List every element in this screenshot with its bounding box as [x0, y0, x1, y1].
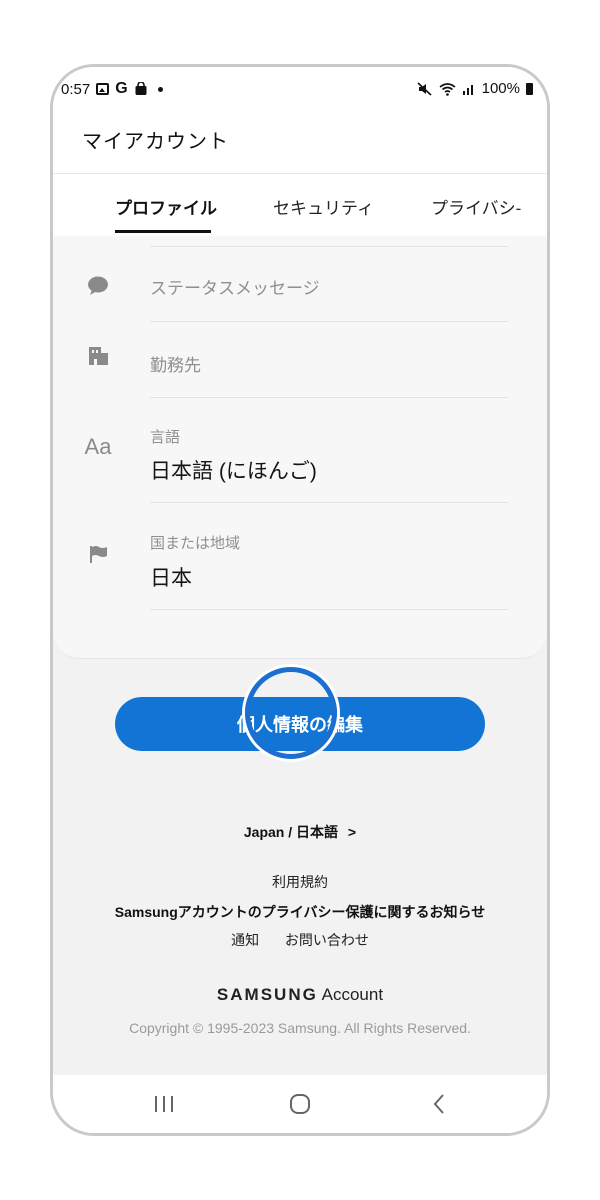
status-right: 100%: [417, 80, 533, 97]
dot-icon: [157, 86, 163, 92]
contact-link[interactable]: お問い合わせ: [285, 932, 369, 948]
privacy-notice-link[interactable]: Samsungアカウントのプライバシー保護に関するお知らせ: [53, 902, 547, 922]
status-bar: 0:57 G 100%: [53, 67, 547, 113]
locale-link-label: Japan / 日本語: [243, 824, 339, 840]
language-value: 日本語 (にほんご): [150, 460, 317, 483]
notice-link[interactable]: 通知: [231, 932, 259, 948]
divider: [150, 609, 508, 610]
flag-icon: [81, 539, 115, 569]
building-icon: [81, 341, 115, 371]
shopping-bag-icon: [134, 82, 148, 96]
navigation-bar: [53, 1075, 547, 1133]
recents-icon[interactable]: [144, 1087, 184, 1121]
copyright-text: Copyright © 1995-2023 Samsung. All Right…: [129, 1020, 471, 1036]
photo-icon: [96, 83, 110, 95]
locale-link[interactable]: Japan / 日本語 >: [53, 822, 547, 842]
app-bar: マイアカウント: [53, 113, 547, 174]
region-value: 日本: [150, 567, 192, 590]
back-icon[interactable]: [419, 1087, 459, 1121]
page-title: マイアカウント: [82, 131, 229, 153]
edit-profile-button[interactable]: 個人情報の編集: [115, 697, 485, 751]
brand-suffix: Account: [321, 985, 384, 1004]
tab-privacy[interactable]: プライバシ-: [431, 194, 521, 219]
workplace-label: 勤務先: [150, 356, 201, 375]
divider: [150, 397, 508, 398]
screen: 0:57 G 100% マイアカウント プロファイル セキュリティ プライバシ-…: [53, 67, 547, 1133]
aa-icon: Aa: [84, 434, 112, 459]
divider: [150, 321, 508, 322]
footer-links-row: 通知 お問い合わせ: [53, 930, 547, 950]
profile-card: ステータスメッセージ 勤務先 Aa 言語 日本語 (にほんご) 国または地域 日…: [53, 236, 547, 659]
tab-security[interactable]: セキュリティ: [273, 194, 374, 219]
signal-icon: [462, 82, 476, 96]
battery-percent: 100%: [481, 80, 520, 97]
tab-profile[interactable]: プロファイル: [115, 194, 217, 219]
wifi-icon: [439, 82, 456, 96]
tab-indicator: [115, 230, 211, 233]
home-icon[interactable]: [280, 1087, 320, 1121]
chevron-right-icon: >: [347, 824, 357, 840]
google-icon: G: [115, 80, 128, 97]
mute-icon: [417, 81, 433, 96]
speech-bubble-icon: [81, 271, 115, 301]
status-time: 0:57: [61, 80, 91, 98]
battery-icon: [526, 82, 533, 95]
phone-frame: 0:57 G 100% マイアカウント プロファイル セキュリティ プライバシ-…: [50, 64, 550, 1136]
brand-mark: SAMSUNG: [216, 985, 318, 1004]
language-label: 言語: [150, 429, 181, 446]
tab-bar: プロファイル セキュリティ プライバシ-: [53, 174, 547, 236]
region-label: 国または地域: [150, 535, 241, 552]
divider: [150, 246, 508, 247]
terms-link[interactable]: 利用規約: [53, 872, 547, 892]
status-left: 0:57 G: [61, 80, 163, 98]
divider: [150, 502, 508, 503]
samsung-account-logo: SAMSUNG Account: [53, 985, 547, 1005]
status-message-label: ステータスメッセージ: [150, 279, 320, 298]
